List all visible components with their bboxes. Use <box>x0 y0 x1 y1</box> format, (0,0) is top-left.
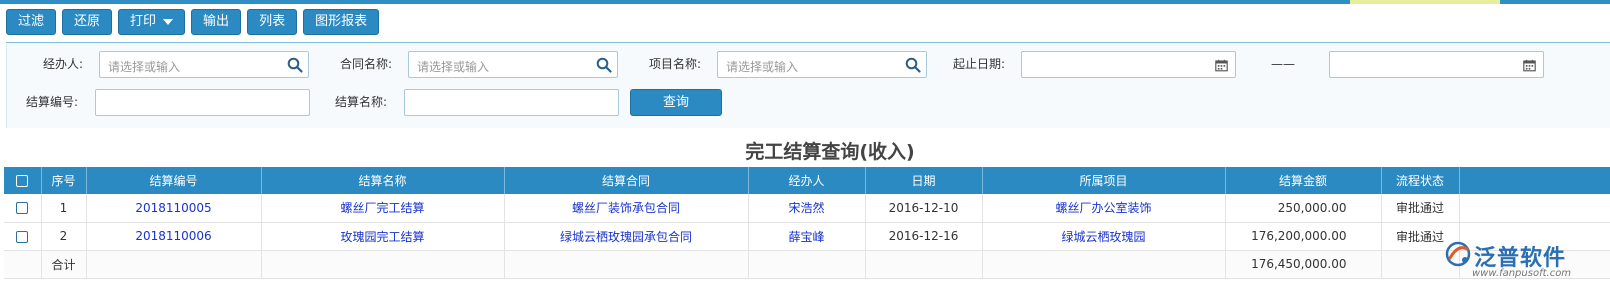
top-active-indicator <box>1350 0 1500 4</box>
col-header-handler: 经办人 <box>748 167 866 194</box>
total-blank <box>748 250 866 279</box>
chart-report-button-label: 图形报表 <box>315 14 368 29</box>
chart-report-button[interactable]: 图形报表 <box>303 9 380 35</box>
row-handler-link[interactable]: 薛宝峰 <box>748 222 866 251</box>
select-all-header[interactable] <box>4 167 42 194</box>
restore-button[interactable]: 还原 <box>62 9 113 35</box>
row-amount: 250,000.00 <box>1225 194 1382 223</box>
settlement-name-label: 结算名称: <box>335 95 388 109</box>
handler-input[interactable]: 请选择或输入 <box>99 51 309 78</box>
table-header-row: 序号 结算编号 结算名称 结算合同 经办人 日期 所属项目 结算金额 流程状态 <box>4 167 1610 194</box>
col-header-name: 结算名称 <box>261 167 505 194</box>
row-date: 2016-12-16 <box>865 222 983 251</box>
export-button[interactable]: 输出 <box>191 9 242 35</box>
project-name-label: 项目名称: <box>649 57 702 71</box>
col-header-contract: 结算合同 <box>504 167 749 194</box>
total-blank <box>86 250 262 279</box>
row-select[interactable] <box>4 194 42 223</box>
list-button[interactable]: 列表 <box>247 9 298 35</box>
toolbar: 过滤 还原 打印 输出 列表 图形报表 <box>6 9 380 35</box>
col-header-status: 流程状态 <box>1381 167 1460 194</box>
col-header-code: 结算编号 <box>86 167 262 194</box>
col-header-seq: 序号 <box>41 167 87 194</box>
logo-url: www.fanpusoft.com <box>1472 268 1572 279</box>
total-label: 合计 <box>41 250 87 279</box>
row-checkbox[interactable] <box>16 202 29 215</box>
total-blank <box>982 250 1226 279</box>
contract-name-input[interactable]: 请选择或输入 <box>408 51 618 78</box>
table-row[interactable]: 2 2018110006 玫瑰园完工结算 绿城云栖玫瑰园承包合同 薛宝峰 201… <box>4 222 1610 251</box>
date-range-label: 起止日期: <box>953 57 1006 71</box>
list-button-label: 列表 <box>259 14 286 29</box>
row-name-link[interactable]: 玫瑰园完工结算 <box>261 222 505 251</box>
row-seq: 2 <box>41 222 87 251</box>
row-amount: 176,200,000.00 <box>1225 222 1382 251</box>
settlement-name-input[interactable] <box>404 89 619 116</box>
query-button[interactable]: 查询 <box>630 89 722 116</box>
search-icon[interactable] <box>905 57 921 73</box>
row-project-link[interactable]: 绿城云栖玫瑰园 <box>982 222 1226 251</box>
project-name-input[interactable]: 请选择或输入 <box>717 51 927 78</box>
col-header-date: 日期 <box>865 167 983 194</box>
restore-button-label: 还原 <box>74 14 101 29</box>
print-button-label: 打印 <box>130 14 157 29</box>
total-blank <box>504 250 749 279</box>
project-name-placeholder: 请选择或输入 <box>726 60 799 74</box>
row-contract-link[interactable]: 螺丝厂装饰承包合同 <box>504 194 749 223</box>
filter-button-label: 过滤 <box>18 14 45 29</box>
search-icon[interactable] <box>596 57 612 73</box>
row-filler <box>1459 194 1610 223</box>
handler-placeholder: 请选择或输入 <box>108 60 181 74</box>
search-icon[interactable] <box>287 57 303 73</box>
col-header-filler <box>1459 167 1610 194</box>
total-amount: 176,450,000.00 <box>1225 250 1382 279</box>
row-handler-link[interactable]: 宋浩然 <box>748 194 866 223</box>
brand-logo: 泛普软件 www.fanpusoft.com <box>1440 238 1610 291</box>
settlement-number-input[interactable] <box>95 89 310 116</box>
total-blank <box>261 250 505 279</box>
handler-label: 经办人: <box>43 57 84 71</box>
export-button-label: 输出 <box>203 14 230 29</box>
calendar-icon[interactable] <box>1523 59 1536 72</box>
row-project-link[interactable]: 螺丝厂办公室装饰 <box>982 194 1226 223</box>
contract-name-label: 合同名称: <box>340 57 393 71</box>
logo-mark-icon <box>1445 241 1471 267</box>
date-range-separator: —— <box>1271 57 1295 71</box>
row-select[interactable] <box>4 222 42 251</box>
caret-down-icon <box>163 19 174 25</box>
end-date-input[interactable] <box>1329 51 1544 78</box>
row-code-link[interactable]: 2018110006 <box>86 222 262 251</box>
row-checkbox[interactable] <box>16 230 29 243</box>
contract-name-placeholder: 请选择或输入 <box>417 60 490 74</box>
total-blank <box>4 250 42 279</box>
row-code-link[interactable]: 2018110005 <box>86 194 262 223</box>
select-all-checkbox[interactable] <box>16 175 29 187</box>
row-seq: 1 <box>41 194 87 223</box>
total-row: 合计 176,450,000.00 <box>4 250 1610 279</box>
row-contract-link[interactable]: 绿城云栖玫瑰园承包合同 <box>504 222 749 251</box>
row-status: 审批通过 <box>1381 194 1460 223</box>
total-blank <box>865 250 983 279</box>
row-name-link[interactable]: 螺丝厂完工结算 <box>261 194 505 223</box>
table-row[interactable]: 1 2018110005 螺丝厂完工结算 螺丝厂装饰承包合同 宋浩然 2016-… <box>4 194 1610 223</box>
row-date: 2016-12-10 <box>865 194 983 223</box>
start-date-input[interactable] <box>1021 51 1236 78</box>
col-header-amount: 结算金额 <box>1225 167 1382 194</box>
calendar-icon[interactable] <box>1215 59 1228 72</box>
filter-button[interactable]: 过滤 <box>6 9 57 35</box>
settlement-table: 序号 结算编号 结算名称 结算合同 经办人 日期 所属项目 结算金额 流程状态 … <box>4 167 1610 279</box>
col-header-project: 所属项目 <box>982 167 1226 194</box>
print-button[interactable]: 打印 <box>118 9 186 35</box>
report-title: 完工结算查询(收入) <box>745 141 915 163</box>
settlement-number-label: 结算编号: <box>26 95 79 109</box>
